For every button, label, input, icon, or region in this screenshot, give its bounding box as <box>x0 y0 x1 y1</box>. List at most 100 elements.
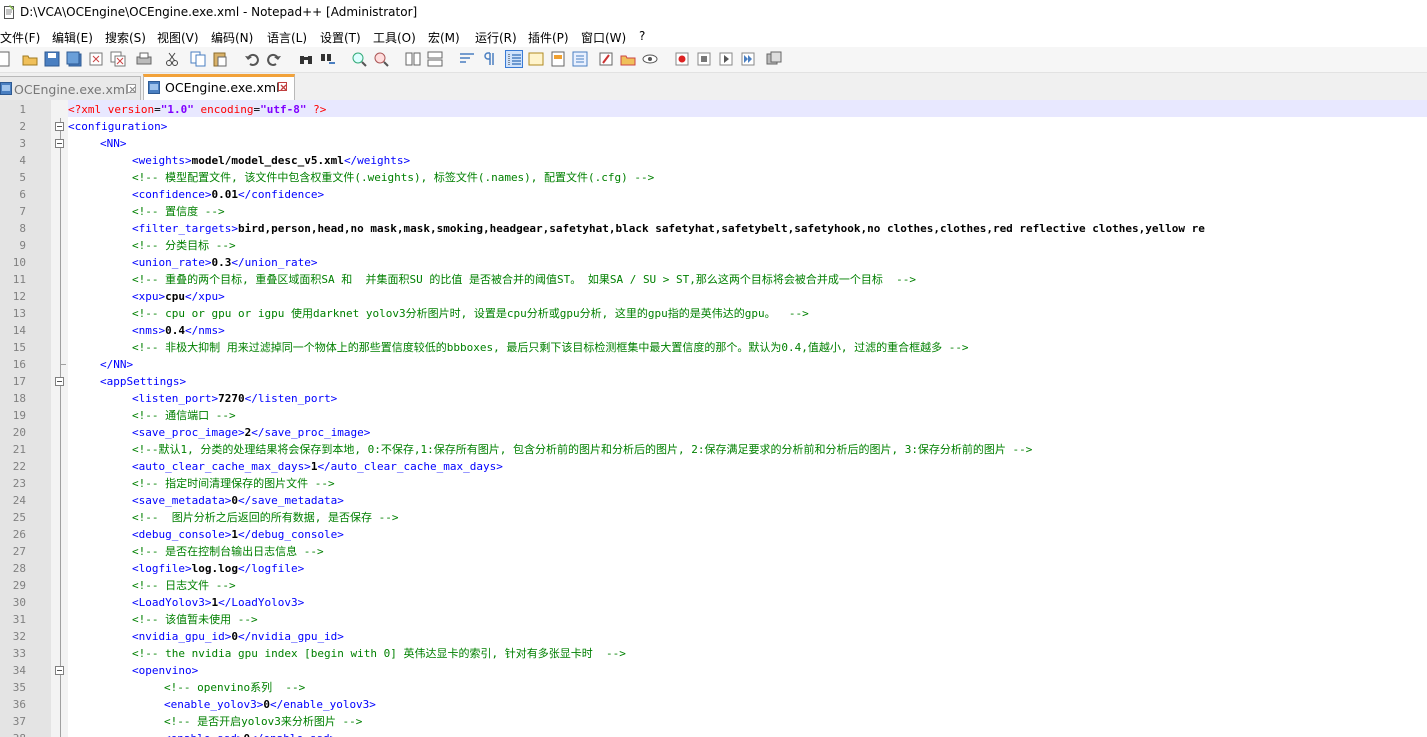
close-tab-icon[interactable] <box>278 82 287 91</box>
code-line[interactable]: <!-- 非极大抑制 用来过滤掉同一个物体上的那些置信度较低的bbboxes, … <box>132 339 969 356</box>
code-line[interactable]: <!-- 重叠的两个目标, 重叠区域面积SA 和 并集面积SU 的比值 是否被合… <box>132 271 916 288</box>
menu-item[interactable]: 语言(L) <box>267 29 307 46</box>
code-line[interactable]: <?xml version="1.0" encoding="utf-8" ?> <box>68 101 326 118</box>
cut-icon[interactable] <box>163 50 181 68</box>
code-line[interactable]: <!-- 日志文件 --> <box>132 577 236 594</box>
code-line[interactable]: <enable_yolov3>0</enable_yolov3> <box>164 696 376 713</box>
code-line[interactable]: <listen_port>7270</listen_port> <box>132 390 337 407</box>
code-line[interactable]: <!-- 指定时间清理保存的图片文件 --> <box>132 475 335 492</box>
code-line[interactable]: <NN> <box>100 135 127 152</box>
code-line[interactable]: <!-- 分类目标 --> <box>132 237 236 254</box>
stop-recording-icon[interactable] <box>695 50 713 68</box>
code-token: 0 <box>263 698 270 711</box>
tab-file-2[interactable]: OCEngine.exe.xml <box>143 74 295 101</box>
menu-item[interactable]: 编码(N) <box>211 29 253 46</box>
redo-icon[interactable] <box>265 50 283 68</box>
function-list-icon[interactable] <box>571 50 589 68</box>
paste-icon[interactable] <box>211 50 229 68</box>
code-line[interactable]: <!-- 置信度 --> <box>132 203 225 220</box>
open-file-icon[interactable] <box>21 50 39 68</box>
code-token: </union_rate> <box>231 256 318 269</box>
menu-item[interactable]: 插件(P) <box>528 29 569 46</box>
menu-item[interactable]: 编辑(E) <box>52 29 93 46</box>
code-line[interactable]: <!-- 该值暂未使用 --> <box>132 611 258 628</box>
code-line[interactable]: <!-- 是否在控制台输出日志信息 --> <box>132 543 324 560</box>
menu-item[interactable]: ? <box>639 29 645 43</box>
line-number: 9 <box>19 239 26 252</box>
menu-item[interactable]: 设置(T) <box>320 29 361 46</box>
folder-as-workspace-icon[interactable] <box>597 50 615 68</box>
code-line[interactable]: <LoadYolov3>1</LoadYolov3> <box>132 594 304 611</box>
replace-icon[interactable] <box>319 50 337 68</box>
tab-file-1[interactable]: OCEngine.exe.xml <box>0 76 141 100</box>
udl-icon[interactable] <box>527 50 545 68</box>
fold-toggle-icon[interactable] <box>55 666 64 675</box>
menu-item[interactable]: 视图(V) <box>157 29 199 46</box>
save-all-icon[interactable] <box>65 50 83 68</box>
editor[interactable]: 1 2 3 4 5 6 7 8 9 10 11 12 13 14 15 16 17 18 19 20 21 22 23 24 2… <box>0 100 1427 737</box>
doc-list-icon[interactable] <box>619 50 637 68</box>
fold-line <box>60 560 61 577</box>
code-line[interactable]: <!-- 模型配置文件, 该文件中包含权重文件(.weights), 标签文件(… <box>132 169 654 186</box>
doc-map-icon[interactable] <box>549 50 567 68</box>
code-line[interactable]: <nms>0.4</nms> <box>132 322 225 339</box>
code-line[interactable]: <!--默认1, 分类的处理结果将会保存到本地, 0:不保存,1:保存所有图片,… <box>132 441 1032 458</box>
sync-horizontal-icon[interactable] <box>426 50 444 68</box>
code-line[interactable]: <logfile>log.log</logfile> <box>132 560 304 577</box>
new-file-icon[interactable] <box>0 50 13 68</box>
code-line[interactable]: <xpu>cpu</xpu> <box>132 288 225 305</box>
code-line[interactable]: <confidence>0.01</confidence> <box>132 186 324 203</box>
code-line[interactable]: <!-- 图片分析之后返回的所有数据, 是否保存 --> <box>132 509 398 526</box>
word-wrap-icon[interactable] <box>458 50 476 68</box>
code-line[interactable]: <nvidia_gpu_id>0</nvidia_gpu_id> <box>132 628 344 645</box>
sync-vertical-icon[interactable] <box>404 50 422 68</box>
code-line[interactable]: <!-- 是否开启yolov3来分析图片 --> <box>164 713 362 730</box>
save-macro-icon[interactable] <box>765 50 783 68</box>
show-all-characters-icon[interactable] <box>480 50 498 68</box>
code-line[interactable]: <auto_clear_cache_max_days>1</auto_clear… <box>132 458 503 475</box>
code-line[interactable]: <!-- 通信端口 --> <box>132 407 236 424</box>
menu-item[interactable]: 宏(M) <box>428 29 460 46</box>
menu-item[interactable]: 工具(O) <box>373 29 416 46</box>
code-line[interactable]: <save_metadata>0</save_metadata> <box>132 492 344 509</box>
code-line[interactable]: <enable_ssd>0</enable_ssd> <box>164 730 336 737</box>
fold-toggle-icon[interactable] <box>55 377 64 386</box>
record-macro-icon[interactable] <box>673 50 691 68</box>
code-line[interactable]: <appSettings> <box>100 373 186 390</box>
title-bar: D:\VCA\OCEngine\OCEngine.exe.xml - Notep… <box>0 0 1427 26</box>
code-line[interactable]: </NN> <box>100 356 133 373</box>
code-line[interactable]: <union_rate>0.3</union_rate> <box>132 254 317 271</box>
indent-guide-icon[interactable] <box>505 50 523 68</box>
code-line[interactable]: <configuration> <box>68 118 167 135</box>
zoom-in-icon[interactable] <box>350 50 368 68</box>
code-line[interactable]: <!-- cpu or gpu or igpu 使用darknet yolov3… <box>132 305 809 322</box>
run-macro-multiple-icon[interactable] <box>739 50 757 68</box>
code-token: <debug_console> <box>132 528 232 541</box>
code-line[interactable]: <debug_console>1</debug_console> <box>132 526 344 543</box>
code-line[interactable]: <!-- openvino系列 --> <box>164 679 305 696</box>
line-number: 32 <box>12 630 26 643</box>
code-line[interactable]: <filter_targets>bird,person,head,no mask… <box>132 220 1205 237</box>
code-token: <save_metadata> <box>132 494 232 507</box>
fold-toggle-icon[interactable] <box>55 139 64 148</box>
fold-toggle-icon[interactable] <box>55 122 64 131</box>
menu-item[interactable]: 文件(F) <box>0 29 40 46</box>
menu-item[interactable]: 窗口(W) <box>581 29 626 46</box>
monitoring-icon[interactable] <box>641 50 659 68</box>
code-line[interactable]: <openvino> <box>132 662 198 679</box>
save-icon[interactable] <box>43 50 61 68</box>
close-all-icon[interactable] <box>109 50 127 68</box>
close-tab-icon[interactable] <box>127 84 136 93</box>
play-macro-icon[interactable] <box>717 50 735 68</box>
menu-item[interactable]: 运行(R) <box>475 29 517 46</box>
close-icon[interactable] <box>87 50 105 68</box>
code-line[interactable]: <save_proc_image>2</save_proc_image> <box>132 424 370 441</box>
code-line[interactable]: <weights>model/model_desc_v5.xml</weight… <box>132 152 410 169</box>
zoom-out-icon[interactable] <box>372 50 390 68</box>
print-icon[interactable] <box>135 50 153 68</box>
find-icon[interactable] <box>297 50 315 68</box>
code-line[interactable]: <!-- the nvidia gpu index [begin with 0]… <box>132 645 626 662</box>
copy-icon[interactable] <box>189 50 207 68</box>
undo-icon[interactable] <box>243 50 261 68</box>
menu-item[interactable]: 搜索(S) <box>105 29 146 46</box>
